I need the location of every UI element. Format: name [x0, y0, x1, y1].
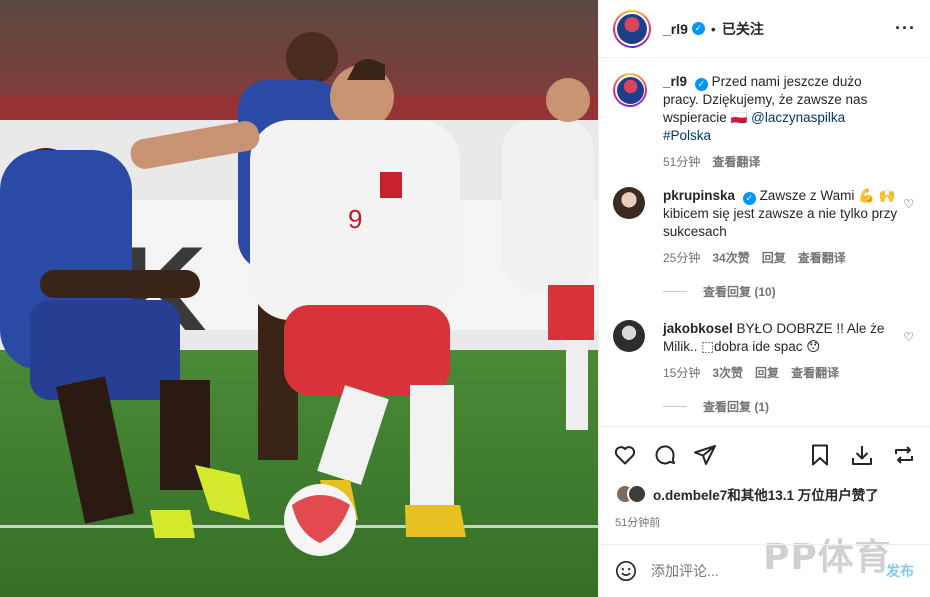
repost-icon[interactable]: [892, 443, 916, 467]
comment-likes[interactable]: 3次赞: [712, 364, 743, 382]
liker-avatar: [627, 484, 647, 504]
action-bar: [599, 426, 930, 482]
comment-composer: 发布: [599, 544, 930, 597]
caption-translate-link[interactable]: 查看翻译: [712, 153, 760, 171]
comment-icon[interactable]: [653, 443, 677, 467]
comment-input[interactable]: [651, 563, 851, 579]
svg-text:9: 9: [348, 204, 362, 234]
translate-link[interactable]: 查看翻译: [798, 249, 846, 267]
caption-avatar[interactable]: [613, 73, 647, 107]
more-icon[interactable]: ···: [895, 18, 916, 39]
commenter-username[interactable]: jakobkosel: [663, 321, 733, 336]
bookmark-icon[interactable]: [808, 443, 832, 467]
caption: _rl9 ✓ Przed nami jeszcze dużo pracy. Dz…: [613, 73, 916, 171]
post-side-panel: _rl9 ✓ • 已关注 ··· _rl9 ✓ Przed nami jeszc…: [598, 0, 930, 597]
caption-username[interactable]: _rl9: [663, 74, 687, 89]
football-match-photo: K 9: [0, 0, 598, 597]
heart-icon[interactable]: ♡: [903, 197, 914, 211]
verified-icon: ✓: [691, 22, 705, 35]
view-replies-button[interactable]: 查看回复 (10): [663, 283, 916, 300]
separator-dot: •: [710, 20, 716, 37]
follow-status-button[interactable]: 已关注: [722, 19, 764, 39]
view-replies-button[interactable]: 查看回复 (1): [663, 398, 916, 415]
caption-mention[interactable]: @laczynaspilka: [751, 110, 845, 125]
comment-time: 15分钟: [663, 366, 701, 380]
translate-link[interactable]: 查看翻译: [791, 364, 839, 382]
commenter-username[interactable]: pkrupinska: [663, 188, 735, 203]
caption-hashtag[interactable]: #Polska: [663, 128, 711, 143]
heart-icon[interactable]: ♡: [903, 330, 914, 344]
verified-icon: ✓: [694, 78, 708, 91]
post-comment-button[interactable]: 发布: [886, 561, 914, 581]
comment-item: jakobkosel BYŁO DOBRZE !! Ale że Milik..…: [613, 320, 916, 382]
commenter-avatar[interactable]: [613, 320, 645, 352]
instagram-post-view: K 9: [0, 0, 930, 597]
author-avatar[interactable]: [613, 9, 651, 48]
reply-button[interactable]: 回复: [762, 249, 786, 267]
caption-time: 51分钟: [663, 155, 701, 169]
comment-time: 25分钟: [663, 251, 701, 265]
heart-icon[interactable]: [613, 443, 637, 467]
emoji-icon[interactable]: [615, 560, 637, 582]
share-icon[interactable]: [693, 443, 717, 467]
comment-item: pkrupinska ✓ Zawsze z Wami 💪 🙌 kibicem s…: [613, 187, 916, 267]
reply-button[interactable]: 回复: [755, 364, 779, 382]
post-header: _rl9 ✓ • 已关注 ···: [599, 0, 930, 58]
author-username[interactable]: _rl9: [663, 21, 688, 37]
download-icon[interactable]: [850, 443, 874, 467]
commenter-avatar[interactable]: [613, 187, 645, 219]
likes-text[interactable]: o.dembele7和其他13.1 万位用户赞了: [653, 484, 879, 504]
post-photo[interactable]: K 9: [0, 0, 598, 597]
comment-likes[interactable]: 34次赞: [712, 249, 749, 267]
likes-summary[interactable]: o.dembele7和其他13.1 万位用户赞了: [615, 484, 879, 504]
post-time: 51分钟前: [615, 517, 661, 529]
verified-icon: ✓: [742, 192, 756, 205]
comments-list[interactable]: _rl9 ✓ Przed nami jeszcze dużo pracy. Dz…: [599, 59, 930, 425]
